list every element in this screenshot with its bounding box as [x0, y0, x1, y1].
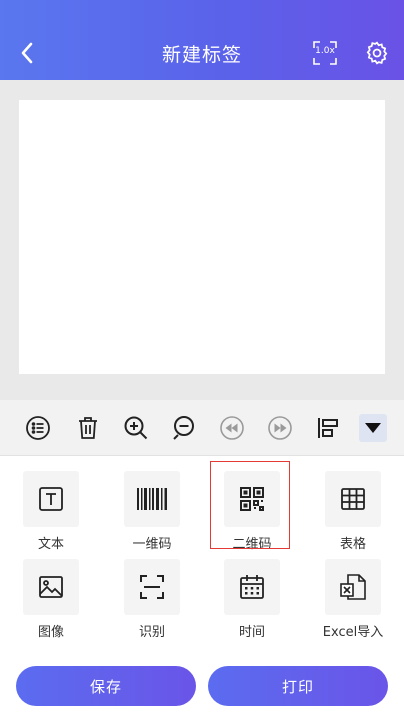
forward-icon[interactable]	[266, 414, 294, 442]
zoom-level: 1.0x	[315, 46, 335, 56]
print-button[interactable]: 打印	[208, 666, 388, 706]
image-icon	[23, 559, 79, 615]
tool-label: 图像	[37, 625, 64, 640]
label-canvas[interactable]	[19, 100, 385, 374]
tool-label: 识别	[138, 625, 165, 640]
align-left-icon[interactable]	[314, 414, 342, 442]
page-title: 新建标签	[161, 44, 242, 66]
tool-text[interactable]: 文本	[11, 461, 91, 552]
zoom-scan-icon[interactable]: 1.0x	[312, 40, 338, 66]
editor-area	[0, 80, 404, 400]
trash-icon[interactable]	[74, 414, 102, 442]
excel-file-icon	[325, 559, 381, 615]
bottom-bar: 保存 打印	[0, 656, 404, 720]
tool-label: Excel导入	[322, 625, 384, 640]
edit-toolbar	[0, 400, 404, 456]
zoom-in-icon[interactable]	[122, 414, 150, 442]
tool-excel-import[interactable]: Excel导入	[313, 549, 393, 640]
app-header: 新建标签 1.0x	[0, 0, 404, 80]
collapse-dropdown-icon[interactable]	[359, 414, 387, 442]
gear-icon[interactable]	[364, 40, 390, 66]
scan-icon	[124, 559, 180, 615]
table-icon	[325, 471, 381, 527]
text-icon	[23, 471, 79, 527]
selection-highlight	[210, 461, 290, 549]
tool-barcode[interactable]: 一维码	[112, 461, 192, 552]
save-button[interactable]: 保存	[16, 666, 196, 706]
zoom-out-icon[interactable]	[170, 414, 198, 442]
tool-grid: 文本 一维码 二维码 表格 图像 识别 时间 Excel导入	[0, 456, 404, 656]
tool-recognize[interactable]: 识别	[112, 549, 192, 640]
tool-image[interactable]: 图像	[11, 549, 91, 640]
tool-time[interactable]: 时间	[212, 549, 292, 640]
rewind-icon[interactable]	[218, 414, 246, 442]
calendar-icon	[224, 559, 280, 615]
list-icon[interactable]	[24, 414, 52, 442]
tool-label: 时间	[238, 625, 265, 640]
tool-table[interactable]: 表格	[313, 461, 393, 552]
barcode-icon	[124, 471, 180, 527]
